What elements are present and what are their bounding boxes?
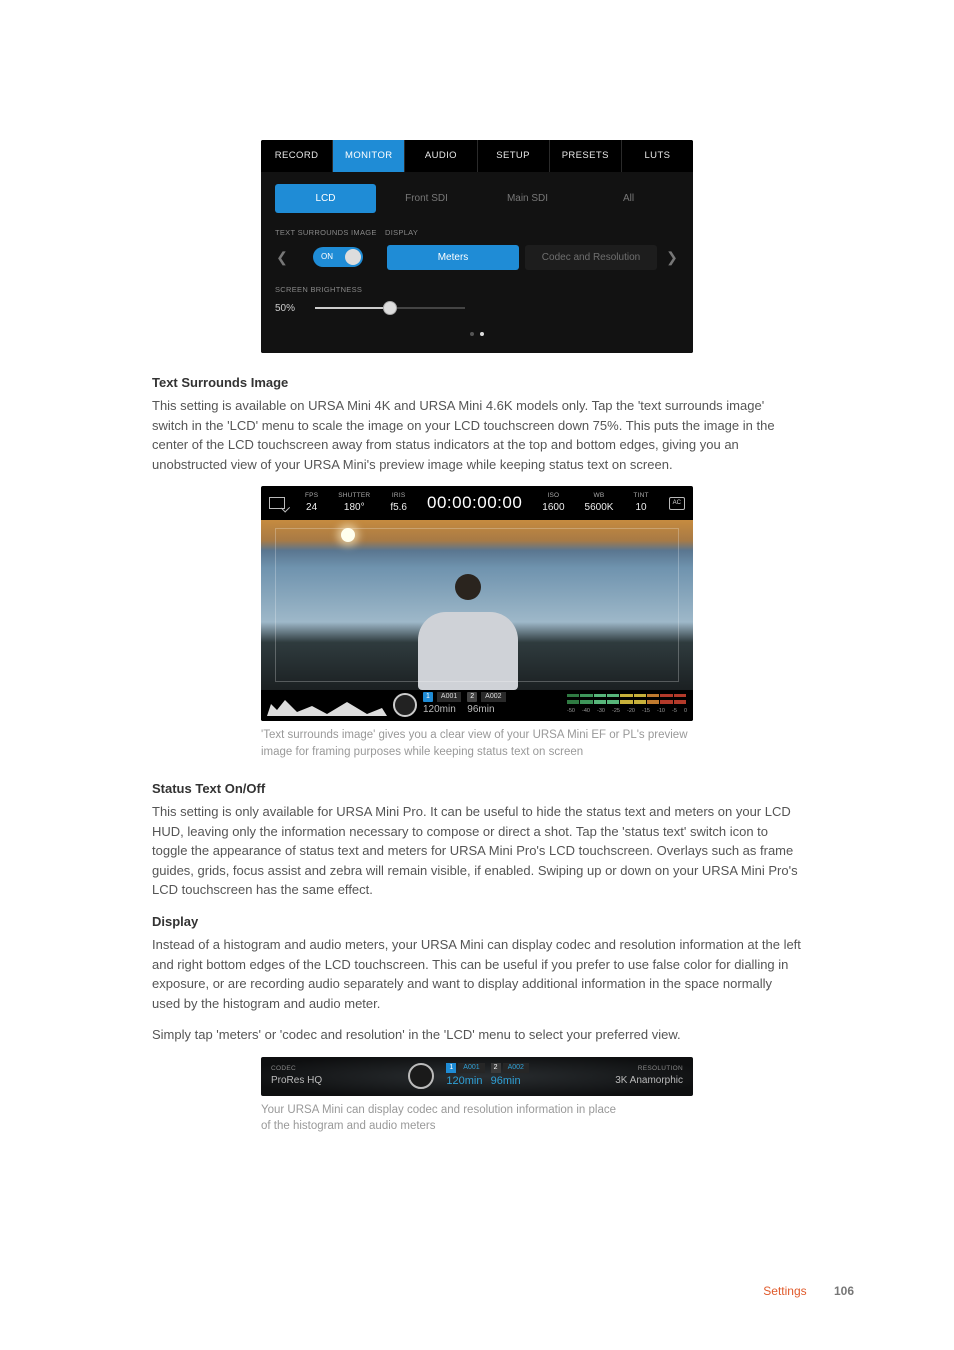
card-2-info[interactable]: 2A002 96min bbox=[491, 1063, 529, 1090]
brightness-value: 50% bbox=[275, 301, 305, 316]
paragraph-display-2: Simply tap 'meters' or 'codec and resolu… bbox=[152, 1025, 802, 1045]
hud-iso[interactable]: ISO 1600 bbox=[542, 491, 564, 516]
heading-display: Display bbox=[152, 912, 802, 932]
card-1-info[interactable]: 1A001 120min bbox=[446, 1063, 484, 1090]
top-tabs: RECORD MONITOR AUDIO SETUP PRESETS LUTS bbox=[261, 140, 693, 172]
hud-preview: FPS 24 SHUTTER 180° IRIS f5.6 00:00:00:0… bbox=[261, 486, 693, 721]
fullscreen-icon[interactable] bbox=[269, 497, 285, 509]
label-text-surrounds: TEXT SURROUNDS IMAGE bbox=[275, 227, 385, 238]
hud-shutter-value: 180° bbox=[344, 500, 365, 515]
scale-tick: -30 bbox=[597, 707, 605, 715]
monitor-settings-panel: RECORD MONITOR AUDIO SETUP PRESETS LUTS … bbox=[261, 140, 693, 353]
resolution-label: RESOLUTION bbox=[615, 1064, 683, 1074]
hud-timecode[interactable]: 00:00:00:00 bbox=[427, 490, 522, 516]
tab-monitor[interactable]: MONITOR bbox=[333, 140, 405, 172]
heading-text-surrounds: Text Surrounds Image bbox=[152, 373, 802, 393]
slider-thumb-icon bbox=[383, 301, 397, 315]
scale-tick: 0 bbox=[684, 707, 687, 715]
label-display: DISPLAY bbox=[385, 227, 418, 238]
card-1-time: 120min bbox=[423, 702, 461, 717]
hud-tint[interactable]: TINT 10 bbox=[633, 491, 648, 516]
output-subtabs: LCD Front SDI Main SDI All bbox=[275, 184, 679, 213]
resolution-value: 3K Anamorphic bbox=[615, 1073, 683, 1088]
scale-tick: -20 bbox=[627, 707, 635, 715]
preview-image bbox=[261, 520, 693, 690]
codec-info[interactable]: CODEC ProRes HQ bbox=[271, 1064, 322, 1089]
card-1-badge: 1 bbox=[446, 1063, 456, 1074]
card-2-time: 96min bbox=[467, 702, 505, 717]
audio-meters[interactable]: -50 -40 -30 -25 -20 -15 -10 -5 0 bbox=[567, 694, 687, 716]
segment-codec-resolution[interactable]: Codec and Resolution bbox=[525, 245, 657, 270]
scale-tick: -15 bbox=[642, 707, 650, 715]
histogram[interactable] bbox=[267, 694, 387, 716]
hud-wb[interactable]: WB 5600K bbox=[585, 491, 614, 516]
card-1-name: A001 bbox=[458, 1063, 484, 1074]
brightness-slider[interactable] bbox=[315, 307, 465, 309]
footer-section: Settings bbox=[763, 1284, 806, 1298]
hud-fps-value: 24 bbox=[306, 500, 317, 515]
hud-shutter-label: SHUTTER bbox=[338, 491, 370, 501]
subtab-front-sdi[interactable]: Front SDI bbox=[376, 184, 477, 213]
codec-label: CODEC bbox=[271, 1064, 322, 1074]
paragraph-display-1: Instead of a histogram and audio meters,… bbox=[152, 935, 802, 1013]
paragraph-status-text: This setting is only available for URSA … bbox=[152, 802, 802, 900]
toggle-on-label: ON bbox=[321, 251, 333, 263]
card-2-info[interactable]: 2 A002 96min bbox=[467, 692, 505, 718]
frame-guide-overlay bbox=[275, 528, 679, 682]
hud-tint-value: 10 bbox=[635, 500, 646, 515]
chevron-right-icon[interactable]: ❯ bbox=[665, 247, 679, 268]
codec-value: ProRes HQ bbox=[271, 1073, 322, 1088]
card-2-name: A002 bbox=[503, 1063, 529, 1074]
card-2-time: 96min bbox=[491, 1073, 529, 1090]
card-1-time: 120min bbox=[446, 1073, 484, 1090]
battery-indicator[interactable]: AC bbox=[669, 497, 685, 510]
hud-wb-value: 5600K bbox=[585, 500, 614, 515]
tab-record[interactable]: RECORD bbox=[261, 140, 333, 172]
hud-iso-value: 1600 bbox=[542, 500, 564, 515]
tab-presets[interactable]: PRESETS bbox=[550, 140, 622, 172]
scale-tick: -50 bbox=[567, 707, 575, 715]
subtab-all[interactable]: All bbox=[578, 184, 679, 213]
hud-iris-label: IRIS bbox=[392, 491, 405, 501]
bottom-bar-preview: CODEC ProRes HQ 1A001 120min 2A002 96min… bbox=[261, 1057, 693, 1096]
hud-wb-label: WB bbox=[594, 491, 605, 501]
text-surrounds-toggle[interactable]: ON bbox=[313, 247, 363, 267]
subtab-lcd[interactable]: LCD bbox=[275, 184, 376, 213]
card-1-badge: 1 bbox=[423, 692, 433, 703]
hud-iris[interactable]: IRIS f5.6 bbox=[390, 491, 407, 516]
figure-caption-2: Your URSA Mini can display codec and res… bbox=[261, 1102, 621, 1135]
page-footer: Settings 106 bbox=[763, 1282, 854, 1300]
chevron-left-icon[interactable]: ❮ bbox=[275, 247, 289, 268]
card-2-name: A002 bbox=[481, 692, 505, 703]
subtab-main-sdi[interactable]: Main SDI bbox=[477, 184, 578, 213]
tab-luts[interactable]: LUTS bbox=[622, 140, 693, 172]
hud-iris-value: f5.6 bbox=[390, 500, 407, 515]
label-screen-brightness: SCREEN BRIGHTNESS bbox=[275, 284, 679, 295]
scale-tick: -10 bbox=[657, 707, 665, 715]
card-2-badge: 2 bbox=[491, 1063, 501, 1074]
scale-tick: -40 bbox=[582, 707, 590, 715]
tab-audio[interactable]: AUDIO bbox=[405, 140, 477, 172]
hud-iso-label: ISO bbox=[548, 491, 560, 501]
scale-tick: -5 bbox=[672, 707, 677, 715]
card-2-badge: 2 bbox=[467, 692, 477, 703]
hud-fps[interactable]: FPS 24 bbox=[305, 491, 318, 516]
hud-tint-label: TINT bbox=[633, 491, 648, 501]
segment-meters[interactable]: Meters bbox=[387, 245, 519, 270]
hud-shutter[interactable]: SHUTTER 180° bbox=[338, 491, 370, 516]
footer-page-number: 106 bbox=[834, 1284, 854, 1298]
resolution-info[interactable]: RESOLUTION 3K Anamorphic bbox=[615, 1064, 683, 1089]
record-button[interactable] bbox=[408, 1063, 434, 1089]
card-1-info[interactable]: 1 A001 120min bbox=[423, 692, 461, 718]
page-indicator bbox=[275, 322, 679, 343]
paragraph-text-surrounds: This setting is available on URSA Mini 4… bbox=[152, 396, 802, 474]
figure-caption-1: 'Text surrounds image' gives you a clear… bbox=[261, 727, 693, 760]
heading-status-text: Status Text On/Off bbox=[152, 779, 802, 799]
hud-fps-label: FPS bbox=[305, 491, 318, 501]
card-1-name: A001 bbox=[437, 692, 461, 703]
scale-tick: -25 bbox=[612, 707, 620, 715]
record-button[interactable] bbox=[393, 693, 417, 717]
toggle-knob-icon bbox=[345, 249, 361, 265]
tab-setup[interactable]: SETUP bbox=[478, 140, 550, 172]
